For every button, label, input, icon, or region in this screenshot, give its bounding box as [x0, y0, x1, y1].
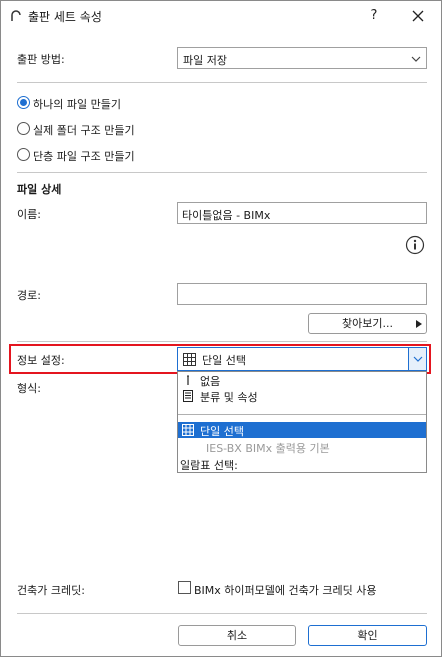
credit-checkbox[interactable]	[178, 581, 191, 594]
list-item-none[interactable]: 없음	[178, 372, 426, 388]
cancel-button[interactable]: 취소	[178, 625, 296, 646]
list-item-label: 분류 및 속성	[200, 391, 258, 404]
divider	[17, 82, 427, 83]
highlight-box	[9, 344, 431, 374]
credit-label: 건축가 크레딧:	[17, 584, 85, 597]
list-item-schedule-select: 일람표 선택:	[178, 456, 426, 472]
path-input[interactable]	[177, 283, 427, 305]
radio-label: 하나의 파일 만들기	[33, 98, 121, 111]
browse-button[interactable]: 찾아보기...	[308, 313, 427, 334]
browse-label: 찾아보기...	[342, 317, 393, 330]
document-icon	[183, 390, 193, 402]
chevron-down-icon	[411, 56, 421, 62]
radio-button[interactable]	[17, 96, 30, 109]
list-separator	[178, 414, 426, 415]
name-label: 이름:	[17, 208, 41, 221]
cursor-icon	[187, 375, 189, 385]
grid-icon	[182, 424, 194, 436]
list-item-ies-bx-default: IES-BX BIMx 출력용 기본	[178, 439, 426, 455]
file-details-title: 파일 상세	[17, 183, 62, 196]
publish-method-value: 파일 저장	[183, 54, 227, 67]
radio-label: 실제 폴더 구조 만들기	[33, 124, 135, 137]
radio-label: 단층 파일 구조 만들기	[33, 150, 135, 163]
window-title: 출판 세트 속성	[28, 10, 102, 24]
radio-button[interactable]	[17, 122, 30, 135]
publish-method-select[interactable]: 파일 저장	[177, 47, 427, 69]
credit-checkbox-label: BIMx 하이퍼모델에 건축가 크레딧 사용	[194, 584, 377, 597]
format-label: 형식:	[17, 382, 41, 395]
ok-button[interactable]: 확인	[308, 625, 427, 646]
radio-button[interactable]	[17, 148, 30, 161]
publisher-set-properties-dialog: 출판 세트 속성 ? 출판 방법: 파일 저장 하나의 파일 만들기 실제 폴더…	[0, 0, 442, 657]
list-item-single-select[interactable]: 단일 선택	[178, 422, 426, 438]
list-item-label: 일람표 선택:	[180, 459, 238, 472]
list-item-label: 단일 선택	[200, 425, 244, 438]
app-icon	[11, 10, 21, 21]
publish-method-label: 출판 방법:	[17, 53, 65, 66]
list-item-classification[interactable]: 분류 및 속성	[178, 388, 426, 404]
help-button[interactable]: ?	[359, 1, 389, 31]
divider	[17, 172, 427, 173]
close-icon[interactable]	[403, 4, 433, 28]
info-icon[interactable]	[405, 235, 425, 255]
list-item-label: 없음	[200, 375, 221, 388]
title-bar: 출판 세트 속성 ?	[1, 1, 441, 31]
triangle-right-icon	[416, 320, 422, 328]
divider	[17, 341, 427, 342]
list-item-label: IES-BX BIMx 출력용 기본	[206, 442, 330, 455]
info-settings-list: 없음 분류 및 속성 단일 선택 IES-BX BIMx 출력용 기본 일람표 …	[177, 371, 427, 473]
divider	[17, 613, 427, 614]
name-value: 타이틀없음 - BIMx	[182, 209, 271, 222]
name-input[interactable]: 타이틀없음 - BIMx	[177, 202, 427, 224]
path-label: 경로:	[17, 289, 41, 302]
